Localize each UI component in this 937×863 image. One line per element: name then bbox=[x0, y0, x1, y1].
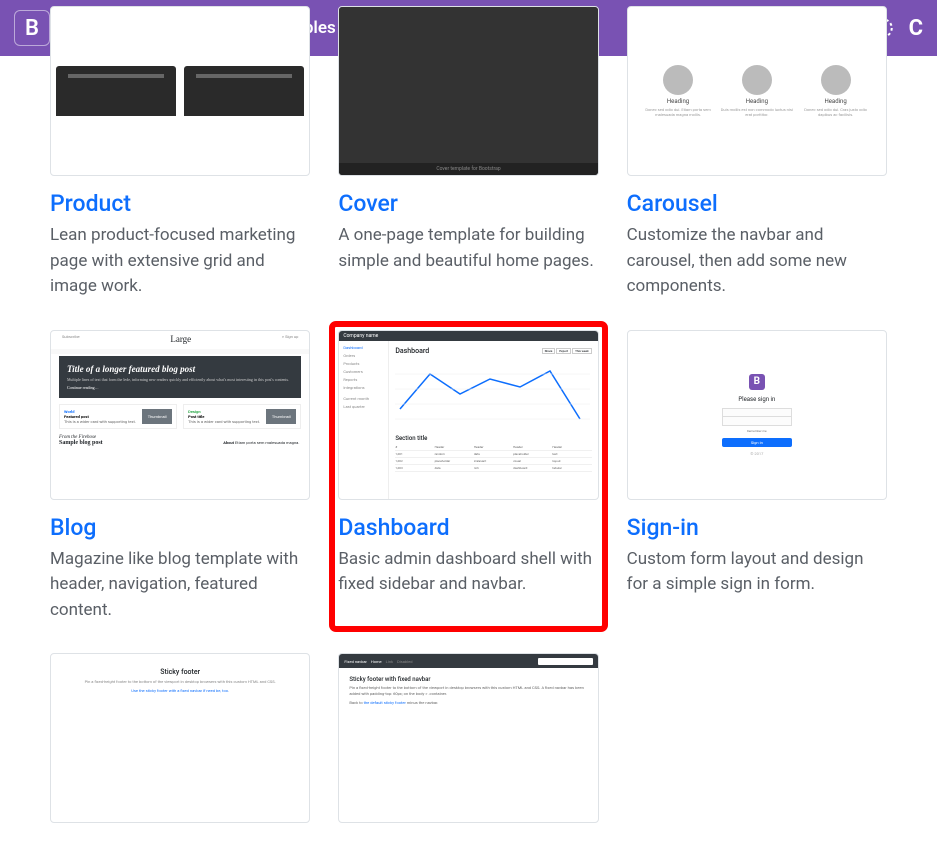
desc-signin: Custom form layout and design for a simp… bbox=[627, 547, 887, 598]
example-carousel: HeadingDonec sed odio dui. Etiam porta s… bbox=[627, 6, 887, 300]
s2-nav-home: Home bbox=[371, 659, 382, 664]
signin-button: Sign in bbox=[722, 438, 792, 447]
blog-about: About bbox=[223, 440, 234, 445]
example-blog: SubscribeLarge⌕ Sign up Title of a longe… bbox=[50, 330, 310, 624]
dash-btn-week: This week bbox=[572, 348, 592, 354]
dash-side-quarter: Last quarter bbox=[343, 404, 384, 409]
examples-grid: Product Lean product-focused marketing p… bbox=[50, 56, 887, 823]
thumb-blog[interactable]: SubscribeLarge⌕ Sign up Title of a longe… bbox=[50, 330, 310, 500]
example-product: Product Lean product-focused marketing p… bbox=[50, 6, 310, 300]
title-dashboard[interactable]: Dashboard bbox=[338, 514, 598, 541]
opencollective-icon[interactable]: C bbox=[909, 16, 923, 41]
signin-copy: © 2017 bbox=[750, 451, 763, 456]
dash-chart bbox=[395, 359, 590, 429]
signin-email-field bbox=[722, 408, 792, 417]
dash-side-customers: Customers bbox=[343, 369, 384, 374]
title-blog[interactable]: Blog bbox=[50, 514, 310, 541]
desc-carousel: Customize the navbar and carousel, then … bbox=[627, 223, 887, 300]
sticky-link: Use the sticky footer with a fixed navba… bbox=[131, 688, 229, 693]
content: Product Lean product-focused marketing p… bbox=[0, 56, 937, 863]
dash-title: Dashboard bbox=[395, 347, 429, 355]
thumb-carousel[interactable]: HeadingDonec sed odio dui. Etiam porta s… bbox=[627, 6, 887, 176]
desc-dashboard: Basic admin dashboard shell with fixed s… bbox=[338, 547, 598, 598]
title-cover[interactable]: Cover bbox=[338, 190, 598, 217]
example-sticky-footer: Sticky footer Pin a fixed-height footer … bbox=[50, 653, 310, 823]
signin-remember: Remember me bbox=[747, 429, 767, 433]
desc-blog: Magazine like blog template with header,… bbox=[50, 547, 310, 624]
s2-search bbox=[538, 658, 593, 665]
dash-btn-share: Share bbox=[542, 348, 556, 354]
dash-brand: Company name bbox=[343, 333, 378, 339]
s2-title: Sticky footer with fixed navbar bbox=[349, 676, 587, 683]
sticky-title: Sticky footer bbox=[160, 668, 200, 676]
blog-hero-title: Title of a longer featured blog post bbox=[67, 364, 293, 374]
thumb-dashboard[interactable]: Company name Dashboard Orders Products C… bbox=[338, 330, 598, 500]
blog-card1-title: Featured post bbox=[64, 414, 89, 419]
sticky-text: Pin a fixed-height footer to the bottom … bbox=[55, 679, 306, 685]
dash-side-integrations: Integrations bbox=[343, 385, 384, 390]
s2-text: Pin a fixed-height footer to the bottom … bbox=[349, 685, 587, 696]
desc-cover: A one-page template for building simple … bbox=[338, 223, 598, 274]
s2-text2: Back to the default sticky footer minus … bbox=[349, 700, 587, 706]
carousel-heading: Heading bbox=[799, 98, 872, 105]
blog-sample: Sample blog post bbox=[59, 440, 215, 446]
example-sticky-navbar: Fixed navbar Home Link Disabled Sticky foot… bbox=[338, 653, 598, 823]
thumb-product[interactable] bbox=[50, 6, 310, 176]
blog-card2-title: Post title bbox=[188, 414, 204, 419]
dash-side-month: Current month bbox=[343, 396, 384, 401]
dash-section: Section title bbox=[395, 435, 591, 442]
s2-nav-link: Link bbox=[386, 659, 393, 664]
signin-title: Please sign in bbox=[738, 396, 775, 403]
brand-logo[interactable]: B bbox=[14, 10, 50, 46]
s2-nav-disabled: Disabled bbox=[397, 659, 412, 664]
dash-btn-export: Export bbox=[556, 348, 571, 354]
blog-thumb: Thumbnail bbox=[142, 409, 172, 424]
blog-brand: Large bbox=[170, 334, 191, 344]
example-cover: Cover template for Bootstrap Cover A one… bbox=[338, 6, 598, 300]
thumb-sticky[interactable]: Sticky footer Pin a fixed-height footer … bbox=[50, 653, 310, 823]
thumb-sticky-navbar[interactable]: Fixed navbar Home Link Disabled Sticky foot… bbox=[338, 653, 598, 823]
desc-product: Lean product-focused marketing page with… bbox=[50, 223, 310, 300]
dash-table: #HeaderHeaderHeaderHeader 1,001randomdat… bbox=[395, 444, 591, 472]
dash-side-products: Products bbox=[343, 361, 384, 366]
title-signin[interactable]: Sign-in bbox=[627, 514, 887, 541]
signin-logo-icon: B bbox=[749, 374, 765, 390]
carousel-heading: Heading bbox=[720, 98, 793, 105]
s2-brand: Fixed navbar bbox=[344, 659, 367, 664]
title-carousel[interactable]: Carousel bbox=[627, 190, 887, 217]
dash-side-reports: Reports bbox=[343, 377, 384, 382]
example-signin: B Please sign in Remember me Sign in © 2… bbox=[627, 330, 887, 624]
thumb-signin[interactable]: B Please sign in Remember me Sign in © 2… bbox=[627, 330, 887, 500]
dash-side-dashboard: Dashboard bbox=[343, 345, 384, 350]
title-product[interactable]: Product bbox=[50, 190, 310, 217]
dash-side-orders: Orders bbox=[343, 353, 384, 358]
example-dashboard: Company name Dashboard Orders Products C… bbox=[332, 324, 604, 630]
thumb-cover[interactable]: Cover template for Bootstrap bbox=[338, 6, 598, 176]
blog-hero-link: Continue reading… bbox=[67, 385, 293, 390]
carousel-heading: Heading bbox=[642, 98, 715, 105]
signin-password-field bbox=[722, 417, 792, 426]
blog-thumb: Thumbnail bbox=[266, 409, 296, 424]
